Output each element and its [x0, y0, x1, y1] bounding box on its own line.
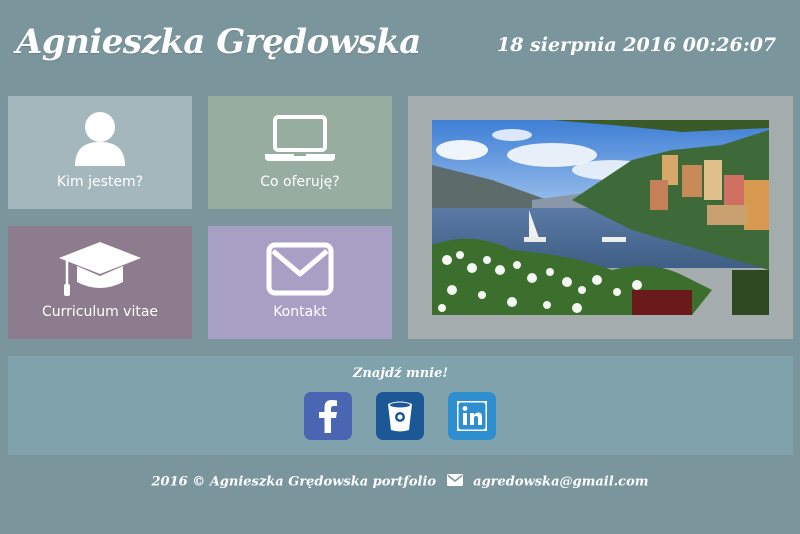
- site-title: Agnieszka Grędowska: [16, 22, 421, 62]
- laptop-icon: [264, 110, 336, 168]
- facebook-button[interactable]: [304, 392, 352, 440]
- footer-copyright: 2016 © Agnieszka Grędowska portfolio: [151, 474, 437, 490]
- bucket-button[interactable]: [376, 392, 424, 440]
- linkedin-icon: [457, 401, 487, 431]
- footer-email-link[interactable]: agredowska@gmail.com: [473, 475, 648, 490]
- tile-contact[interactable]: Kontakt: [208, 226, 392, 339]
- tile-cv[interactable]: Curriculum vitae: [8, 226, 192, 339]
- tile-label: Co oferuję?: [260, 174, 340, 190]
- footer: 2016 © Agnieszka Grędowska portfolio agr…: [0, 474, 800, 490]
- envelope-icon: [266, 240, 334, 298]
- lake-town-photo: [432, 120, 769, 315]
- person-icon: [72, 110, 128, 168]
- tile-offer[interactable]: Co oferuję?: [208, 96, 392, 209]
- facebook-icon: [319, 400, 337, 433]
- tile-label: Kim jestem?: [56, 174, 144, 190]
- social-section: Znajdź mnie!: [8, 356, 793, 455]
- datetime-clock: 18 sierpnia 2016 00:26:07: [497, 34, 777, 56]
- tile-about-me[interactable]: Kim jestem?: [8, 96, 192, 209]
- bucket-icon: [388, 401, 412, 432]
- photo-frame: [408, 96, 793, 339]
- tile-label: Kontakt: [273, 304, 327, 320]
- graduation-cap-icon: [57, 240, 143, 298]
- mail-icon: [446, 474, 463, 490]
- linkedin-button[interactable]: [448, 392, 496, 440]
- social-heading: Znajdź mnie!: [352, 366, 449, 381]
- tile-label: Curriculum vitae: [41, 304, 159, 320]
